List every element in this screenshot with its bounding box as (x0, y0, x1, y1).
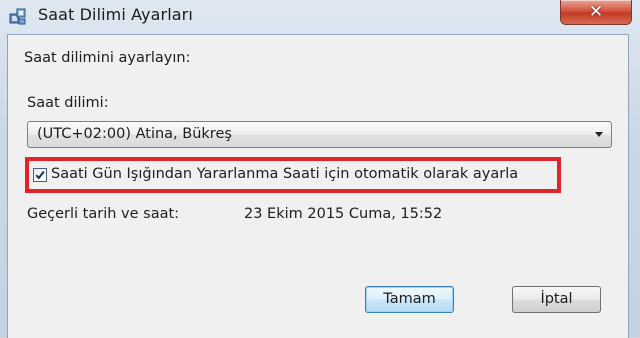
close-icon: ✕ (588, 2, 604, 22)
chevron-down-icon[interactable] (595, 132, 603, 137)
ok-button[interactable]: Tamam (365, 286, 454, 313)
dialog-content: Saat dilimini ayarlayın: Saat dilimi: (U… (7, 34, 629, 338)
dst-checkbox[interactable] (33, 168, 47, 182)
title-bar[interactable]: Saat Dilimi Ayarları ✕ (0, 0, 640, 34)
timezone-selected-value: (UTC+02:00) Atina, Bükreş (37, 126, 232, 142)
window-title: Saat Dilimi Ayarları (38, 5, 193, 24)
timezone-label: Saat dilimi: (27, 95, 109, 111)
dialog-window: Saat Dilimi Ayarları ✕ Saat dilimini aya… (0, 0, 640, 338)
instruction-text: Saat dilimini ayarlayın: (24, 50, 191, 66)
current-datetime-label: Geçerli tarih ve saat: (27, 206, 180, 222)
close-button[interactable]: ✕ (560, 0, 632, 25)
dst-checkbox-label[interactable]: Saati Gün Işığından Yararlanma Saati içi… (51, 166, 518, 182)
checkmark-icon (35, 170, 45, 180)
cancel-button[interactable]: İptal (512, 286, 601, 313)
current-datetime-value: 23 Ekim 2015 Cuma, 15:52 (244, 206, 443, 222)
timezone-dropdown[interactable]: (UTC+02:00) Atina, Bükreş (27, 121, 612, 148)
clock-settings-icon (9, 8, 27, 26)
